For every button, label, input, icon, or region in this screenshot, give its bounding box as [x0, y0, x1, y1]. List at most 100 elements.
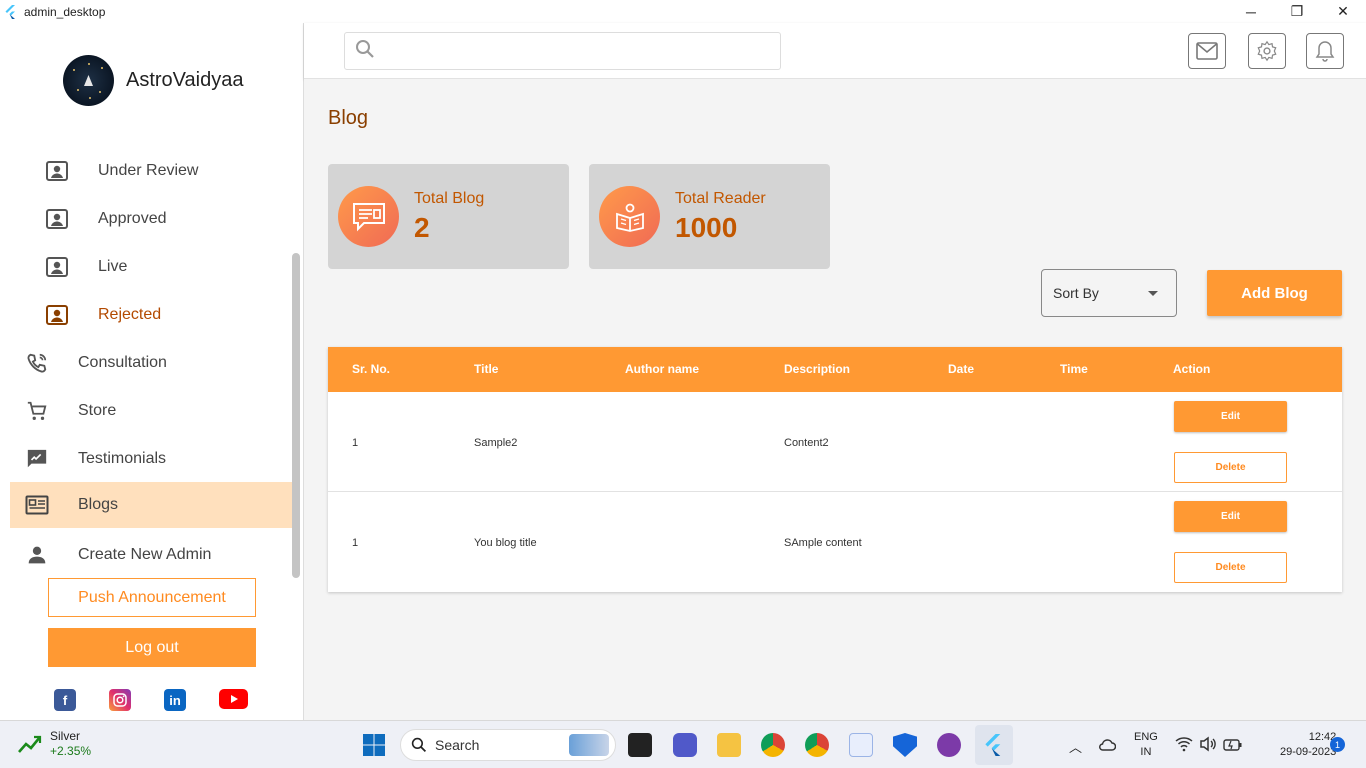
cell-title: You blog title: [474, 537, 537, 549]
sidebar-item-label: Rejected: [98, 306, 162, 323]
profile-card-icon: [45, 303, 69, 327]
app-store-icon[interactable]: [849, 733, 873, 757]
flutter-icon: [5, 4, 15, 19]
table-header: Sr. No. Title Author name Description Da…: [328, 347, 1342, 392]
title-bar: admin_desktop ─ ❐ ✕: [0, 0, 1366, 23]
wifi-icon[interactable]: [1175, 736, 1193, 757]
clock-date: 29-09-2023: [1280, 746, 1337, 758]
trend-up-icon: [18, 735, 42, 753]
linkedin-icon[interactable]: in: [164, 689, 186, 711]
bell-icon: [1315, 41, 1335, 62]
push-announcement-button[interactable]: Push Announcement: [48, 578, 256, 617]
sidebar-item-label: Create New Admin: [78, 546, 212, 563]
sort-by-dropdown[interactable]: Sort By: [1041, 269, 1177, 317]
sidebar-item-live[interactable]: Live: [10, 244, 294, 290]
sidebar-item-consultation[interactable]: Consultation: [10, 340, 294, 386]
edit-button[interactable]: Edit: [1174, 401, 1287, 432]
sidebar-item-blogs[interactable]: Blogs: [10, 482, 294, 528]
flutter-taskbar-icon[interactable]: [975, 725, 1013, 765]
mail-button[interactable]: [1188, 33, 1226, 69]
window-title: admin_desktop: [24, 4, 106, 19]
facebook-icon[interactable]: f: [54, 689, 76, 711]
book-reader-icon: [599, 186, 660, 247]
sidebar: AstroVaidyaa Under Review Approved Live …: [0, 23, 304, 720]
profile-card-icon: [45, 159, 69, 183]
notification-badge[interactable]: 1: [1330, 737, 1345, 752]
stat-value: 1000: [675, 212, 738, 243]
add-blog-button[interactable]: Add Blog: [1207, 270, 1342, 316]
sort-by-label: Sort By: [1053, 285, 1099, 301]
windows-icon: [363, 734, 385, 756]
stat-card-total-reader: Total Reader 1000: [589, 164, 830, 269]
speaker-icon[interactable]: [1199, 736, 1217, 757]
search-input[interactable]: [344, 32, 781, 70]
search-icon: [355, 39, 375, 64]
dropdown-caret-icon: [1148, 290, 1158, 296]
sidebar-item-rejected[interactable]: Rejected: [10, 292, 294, 338]
cell-sr-no: 1: [352, 437, 359, 449]
blog-table: Sr. No. Title Author name Description Da…: [328, 347, 1342, 592]
instagram-icon[interactable]: [109, 689, 131, 711]
search-icon: [411, 737, 427, 753]
clock-time: 12:42: [1308, 731, 1337, 743]
minimize-button[interactable]: ─: [1228, 0, 1274, 23]
chrome-profile-icon[interactable]: [805, 733, 829, 757]
sidebar-item-approved[interactable]: Approved: [10, 196, 294, 242]
blog-message-icon: [338, 186, 399, 247]
table-row: 1 You blog title SAmple content Edit Del…: [328, 492, 1342, 592]
delete-button[interactable]: Delete: [1174, 552, 1287, 583]
chevron-up-icon[interactable]: ︿: [1069, 737, 1082, 756]
edit-button[interactable]: Edit: [1174, 501, 1287, 532]
shield-icon[interactable]: [893, 733, 917, 757]
clock[interactable]: 12:42 29-09-2023: [1280, 730, 1336, 760]
github-icon[interactable]: [937, 733, 961, 757]
column-header: Title: [474, 362, 499, 376]
brand-name: AstroVaidyaa: [126, 69, 244, 91]
sidebar-item-label: Store: [78, 402, 117, 419]
stat-label: Total Reader: [675, 190, 766, 207]
sidebar-item-create-admin[interactable]: Create New Admin: [10, 532, 294, 578]
sidebar-item-store[interactable]: Store: [10, 388, 294, 434]
maximize-button[interactable]: ❐: [1274, 0, 1320, 23]
chrome-icon[interactable]: [761, 733, 785, 757]
profile-card-icon: [45, 255, 69, 279]
sidebar-item-label: Blogs: [78, 496, 119, 513]
gear-icon: [1257, 40, 1277, 62]
language-indicator[interactable]: ENG: [1134, 730, 1158, 745]
profile-card-icon: [45, 207, 69, 231]
youtube-icon[interactable]: [219, 689, 248, 709]
brand: AstroVaidyaa: [63, 55, 243, 106]
column-header: Sr. No.: [352, 362, 391, 376]
sidebar-scrollbar[interactable]: [292, 253, 300, 578]
sidebar-item-label: Under Review: [98, 162, 199, 179]
review-icon: [25, 447, 49, 471]
column-header: Time: [1060, 362, 1088, 376]
column-header: Description: [784, 362, 851, 376]
file-explorer-icon[interactable]: [717, 733, 741, 757]
task-view-icon[interactable]: [628, 733, 652, 757]
sidebar-item-label: Testimonials: [78, 450, 167, 467]
battery-icon[interactable]: [1223, 738, 1243, 756]
video-call-icon[interactable]: [673, 733, 697, 757]
taskbar-search[interactable]: Search: [400, 729, 616, 761]
close-button[interactable]: ✕: [1320, 0, 1366, 23]
column-header: Action: [1173, 362, 1211, 376]
region-indicator: IN: [1140, 746, 1152, 758]
notifications-button[interactable]: [1306, 33, 1344, 69]
sidebar-item-testimonials[interactable]: Testimonials: [10, 436, 294, 482]
logout-button[interactable]: Log out: [48, 628, 256, 667]
phone-icon: [25, 351, 49, 375]
start-button[interactable]: [362, 733, 386, 757]
cell-description: Content2: [784, 437, 829, 449]
sidebar-item-under-review[interactable]: Under Review: [10, 148, 294, 194]
market-widget[interactable]: Silver +2.35%: [18, 729, 91, 759]
cart-icon: [25, 399, 49, 423]
settings-button[interactable]: [1248, 33, 1286, 69]
sidebar-item-label: Consultation: [78, 354, 167, 371]
brand-logo: [63, 55, 114, 106]
delete-button[interactable]: Delete: [1174, 452, 1287, 483]
market-name: Silver: [50, 729, 81, 743]
column-header: Author name: [625, 362, 700, 376]
sidebar-item-label: Live: [98, 258, 128, 275]
cloud-icon[interactable]: [1098, 738, 1117, 757]
